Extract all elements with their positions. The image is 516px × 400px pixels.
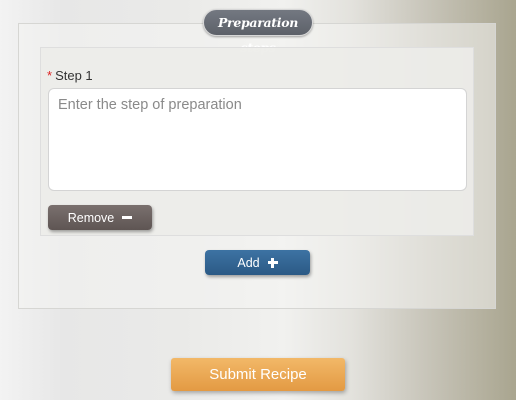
plus-icon [267, 257, 278, 268]
remove-step-button[interactable]: Remove [48, 205, 152, 230]
minus-icon [122, 216, 133, 219]
step-label: * Step 1 [47, 68, 93, 83]
remove-button-label: Remove [67, 210, 115, 225]
step-textarea[interactable] [48, 88, 467, 191]
step-label-text: Step 1 [55, 68, 93, 83]
add-step-button[interactable]: Add [205, 250, 310, 275]
add-button-label: Add [237, 255, 260, 270]
required-marker: * [47, 68, 53, 83]
submit-recipe-button[interactable]: Submit Recipe [171, 358, 345, 391]
section-legend: Preparation steps [203, 9, 313, 55]
submit-button-label: Submit Recipe [209, 366, 307, 383]
